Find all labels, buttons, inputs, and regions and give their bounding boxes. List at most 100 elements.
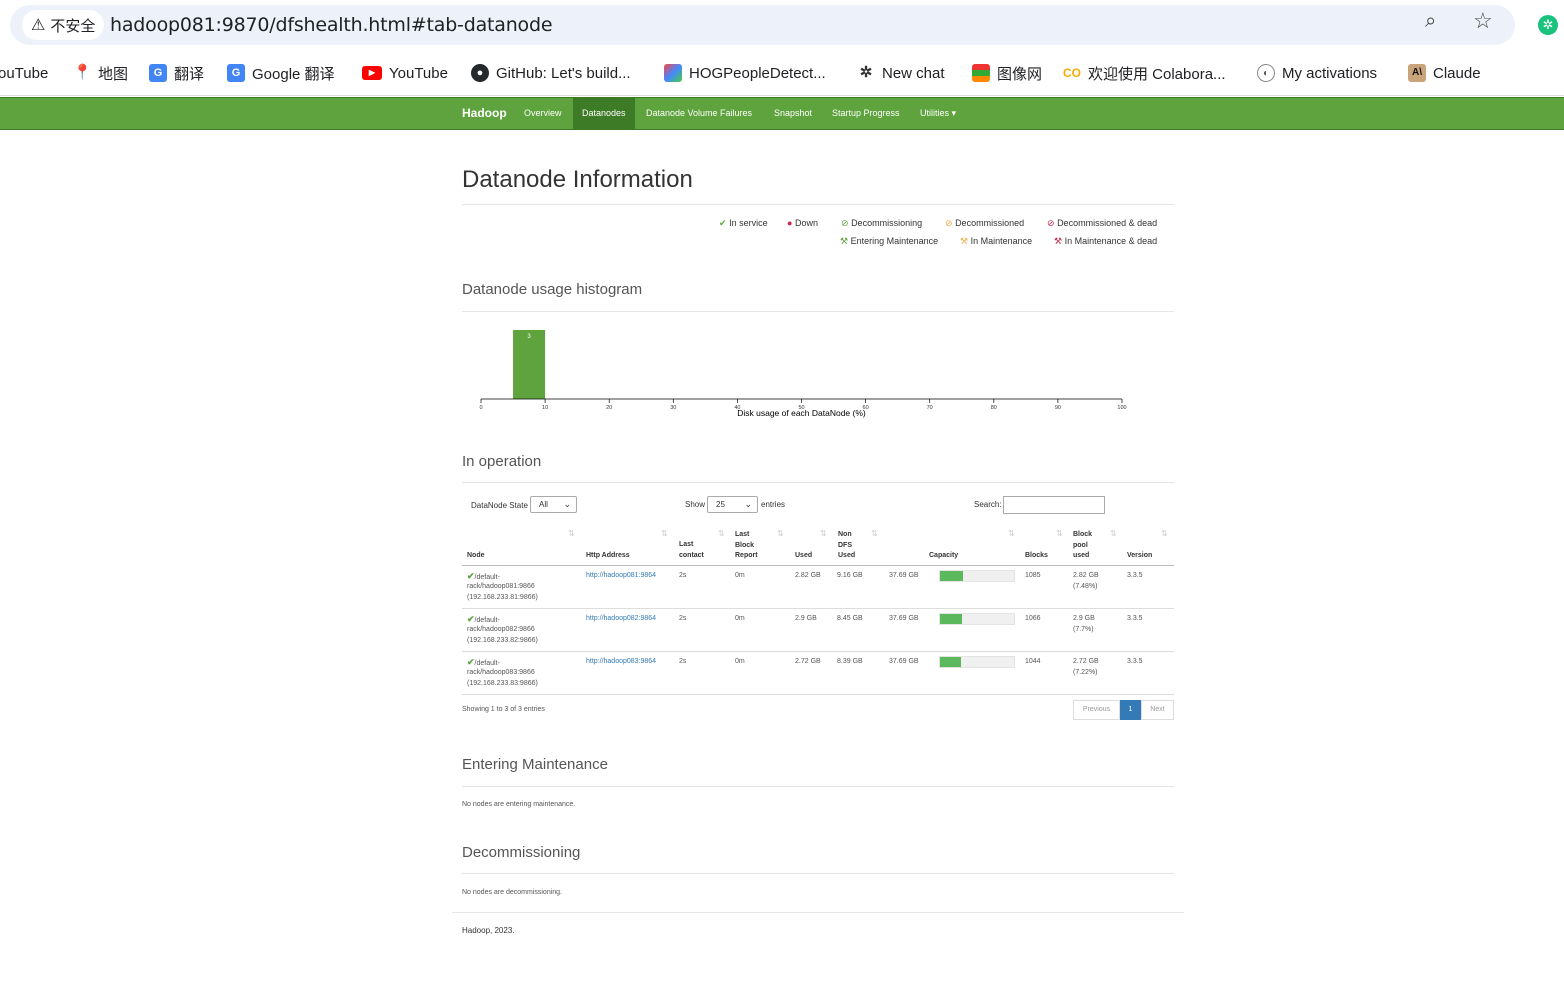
- bookmark-imagenet[interactable]: 图像网: [972, 62, 1042, 84]
- histogram-title: Datanode usage histogram: [462, 281, 643, 298]
- bookmark-claude[interactable]: A\ Claude: [1408, 62, 1481, 84]
- legend-down: ● Down: [787, 218, 818, 228]
- blocks-cell: 1085: [1025, 572, 1041, 579]
- x-tick-label: 100: [1117, 405, 1126, 411]
- tab-snapshot[interactable]: Snapshot: [765, 98, 821, 129]
- search-label: Search:: [974, 500, 1002, 509]
- security-indicator[interactable]: ⚠ 不安全: [22, 10, 105, 40]
- bookmark-youtube-partial[interactable]: ouTube: [0, 62, 48, 84]
- header-last-contact[interactable]: Last contact: [679, 540, 715, 561]
- x-axis-label: Disk usage of each DataNode (%): [737, 408, 866, 418]
- tab-datanode-volume-failures[interactable]: Datanode Volume Failures: [637, 98, 761, 129]
- capacity-cell: 37.69 GB: [889, 572, 919, 579]
- node-cell-line: (192.168.233.83:9866): [467, 680, 538, 687]
- tab-datanodes[interactable]: Datanodes: [573, 98, 635, 129]
- address-bar[interactable]: ⚠ 不安全 hadoop081:9870/dfshealth.html#tab-…: [10, 5, 1515, 45]
- tab-utilities[interactable]: Utilities ▾: [911, 98, 965, 129]
- translate-icon: G: [149, 64, 167, 82]
- capacity-usage-fill: [940, 571, 963, 581]
- sort-icon: ⇅: [871, 529, 878, 538]
- zoom-icon[interactable]: ⌕: [1425, 10, 1436, 33]
- page-length-select[interactable]: 25 ⌄: [707, 496, 758, 513]
- sort-icon: ⇅: [718, 529, 725, 538]
- exclamation-circle-icon: ●: [787, 218, 793, 228]
- wrench-icon: ⚒: [1054, 236, 1063, 246]
- http-address-link[interactable]: http://hadoop082:9864: [586, 614, 656, 625]
- last-block-report-cell: 0m: [735, 572, 745, 579]
- http-address-link[interactable]: http://hadoop083:9864: [586, 657, 656, 668]
- header-blocks[interactable]: Blocks: [1025, 551, 1048, 562]
- version-cell: 3.3.5: [1127, 572, 1143, 579]
- header-http-address[interactable]: Http Address: [586, 551, 630, 562]
- activations-icon: ◐: [1257, 64, 1275, 82]
- sort-icon: ⇅: [1056, 529, 1063, 538]
- bookmark-maps[interactable]: 📍 地图: [73, 62, 128, 84]
- in-service-check-icon: ✔: [467, 657, 475, 667]
- bookmark-my-activations[interactable]: ◐ My activations: [1257, 62, 1377, 84]
- bookmark-translate[interactable]: G 翻译: [149, 62, 204, 84]
- bookmark-new-chat[interactable]: ✲ New chat: [857, 62, 945, 84]
- header-block-pool-used[interactable]: Block pool used: [1073, 530, 1101, 562]
- bookmark-youtube[interactable]: ▶ YouTube: [362, 62, 448, 84]
- showing-info: Showing 1 to 3 of 3 entries: [462, 706, 545, 713]
- show-label: Show: [685, 500, 706, 509]
- header-last-block-report[interactable]: Last Block Report: [735, 530, 765, 562]
- bookmark-google-translate[interactable]: G Google 翻译: [227, 62, 335, 84]
- node-cell-line: (192.168.233.82:9866): [467, 637, 538, 644]
- bookmark-github[interactable]: ● GitHub: Let's build...: [471, 62, 631, 84]
- in-service-check-icon: ✔: [467, 571, 475, 581]
- colab-icon: CO: [1063, 64, 1081, 82]
- header-node[interactable]: Node: [467, 551, 485, 562]
- header-non-dfs-used[interactable]: Non DFS Used: [838, 530, 860, 562]
- header-used[interactable]: Used: [795, 551, 812, 562]
- header-version[interactable]: Version: [1127, 551, 1152, 562]
- page-title: Datanode Information: [462, 166, 693, 193]
- sort-icon: ⇅: [777, 529, 784, 538]
- bookmark-hog[interactable]: HOGPeopleDetect...: [664, 62, 826, 84]
- page-1-button[interactable]: 1: [1120, 700, 1141, 720]
- footer-divider: [452, 912, 1184, 913]
- last-block-report-cell: 0m: [735, 615, 745, 622]
- x-tick-label: 20: [606, 405, 612, 411]
- block-pool-percent-cell: (7.7%): [1073, 626, 1094, 633]
- url-text[interactable]: hadoop081:9870/dfshealth.html#tab-datano…: [110, 14, 553, 36]
- legend-in-maintenance-dead: ⚒ In Maintenance & dead: [1054, 236, 1158, 246]
- capacity-cell: 37.69 GB: [889, 615, 919, 622]
- node-cell-line: rack/hadoop081:9866: [467, 583, 535, 590]
- usage-histogram-chart: 30 10 20 30 40 50 60 70 80 90 100Disk usage of eac…: [479, 330, 1127, 418]
- hadoop-brand[interactable]: Hadoop: [462, 106, 507, 120]
- image-icon: [664, 64, 682, 82]
- footer-text: Hadoop, 2023.: [462, 926, 515, 935]
- sort-icon: ⇅: [1110, 529, 1117, 538]
- chatgpt-extension-icon[interactable]: ✲: [1538, 15, 1558, 35]
- http-address-link[interactable]: http://hadoop081:9864: [586, 571, 656, 582]
- divider: [462, 482, 1174, 483]
- capacity-usage-bar: [939, 570, 1015, 582]
- ban-icon: ⊘: [841, 218, 849, 228]
- legend-decommissioned: ⊘ Decommissioned: [945, 218, 1025, 228]
- legend-entering-maintenance: ⚒ Entering Maintenance: [840, 236, 939, 246]
- datanode-state-select[interactable]: All ⌄: [530, 496, 577, 513]
- security-label: 不安全: [50, 17, 96, 35]
- capacity-usage-fill: [940, 657, 962, 667]
- next-button[interactable]: Next: [1141, 700, 1174, 720]
- search-input[interactable]: [1003, 496, 1105, 514]
- block-pool-percent-cell: (7.22%): [1073, 669, 1098, 676]
- histogram-bar: [513, 330, 546, 399]
- tab-overview[interactable]: Overview: [515, 98, 571, 129]
- tab-startup-progress[interactable]: Startup Progress: [823, 98, 909, 129]
- maps-icon: 📍: [73, 64, 92, 82]
- entering-maintenance-title: Entering Maintenance: [462, 756, 608, 773]
- sort-icon: ⇅: [1008, 529, 1015, 538]
- non-dfs-used-cell: 8.39 GB: [837, 658, 863, 665]
- bookmark-star-icon[interactable]: ☆: [1473, 8, 1493, 34]
- previous-button[interactable]: Previous: [1073, 700, 1120, 720]
- sort-icon: ⇅: [661, 529, 668, 538]
- capacity-usage-bar: [939, 613, 1015, 625]
- legend-decommissioning: ⊘ Decommissioning: [841, 218, 923, 228]
- datanode-state-label: DataNode State: [471, 501, 528, 510]
- header-capacity[interactable]: Capacity: [929, 551, 958, 562]
- bookmark-colab[interactable]: CO 欢迎使用 Colabora...: [1063, 62, 1226, 84]
- used-cell: 2.72 GB: [795, 658, 821, 665]
- block-pool-percent-cell: (7.48%): [1073, 583, 1098, 590]
